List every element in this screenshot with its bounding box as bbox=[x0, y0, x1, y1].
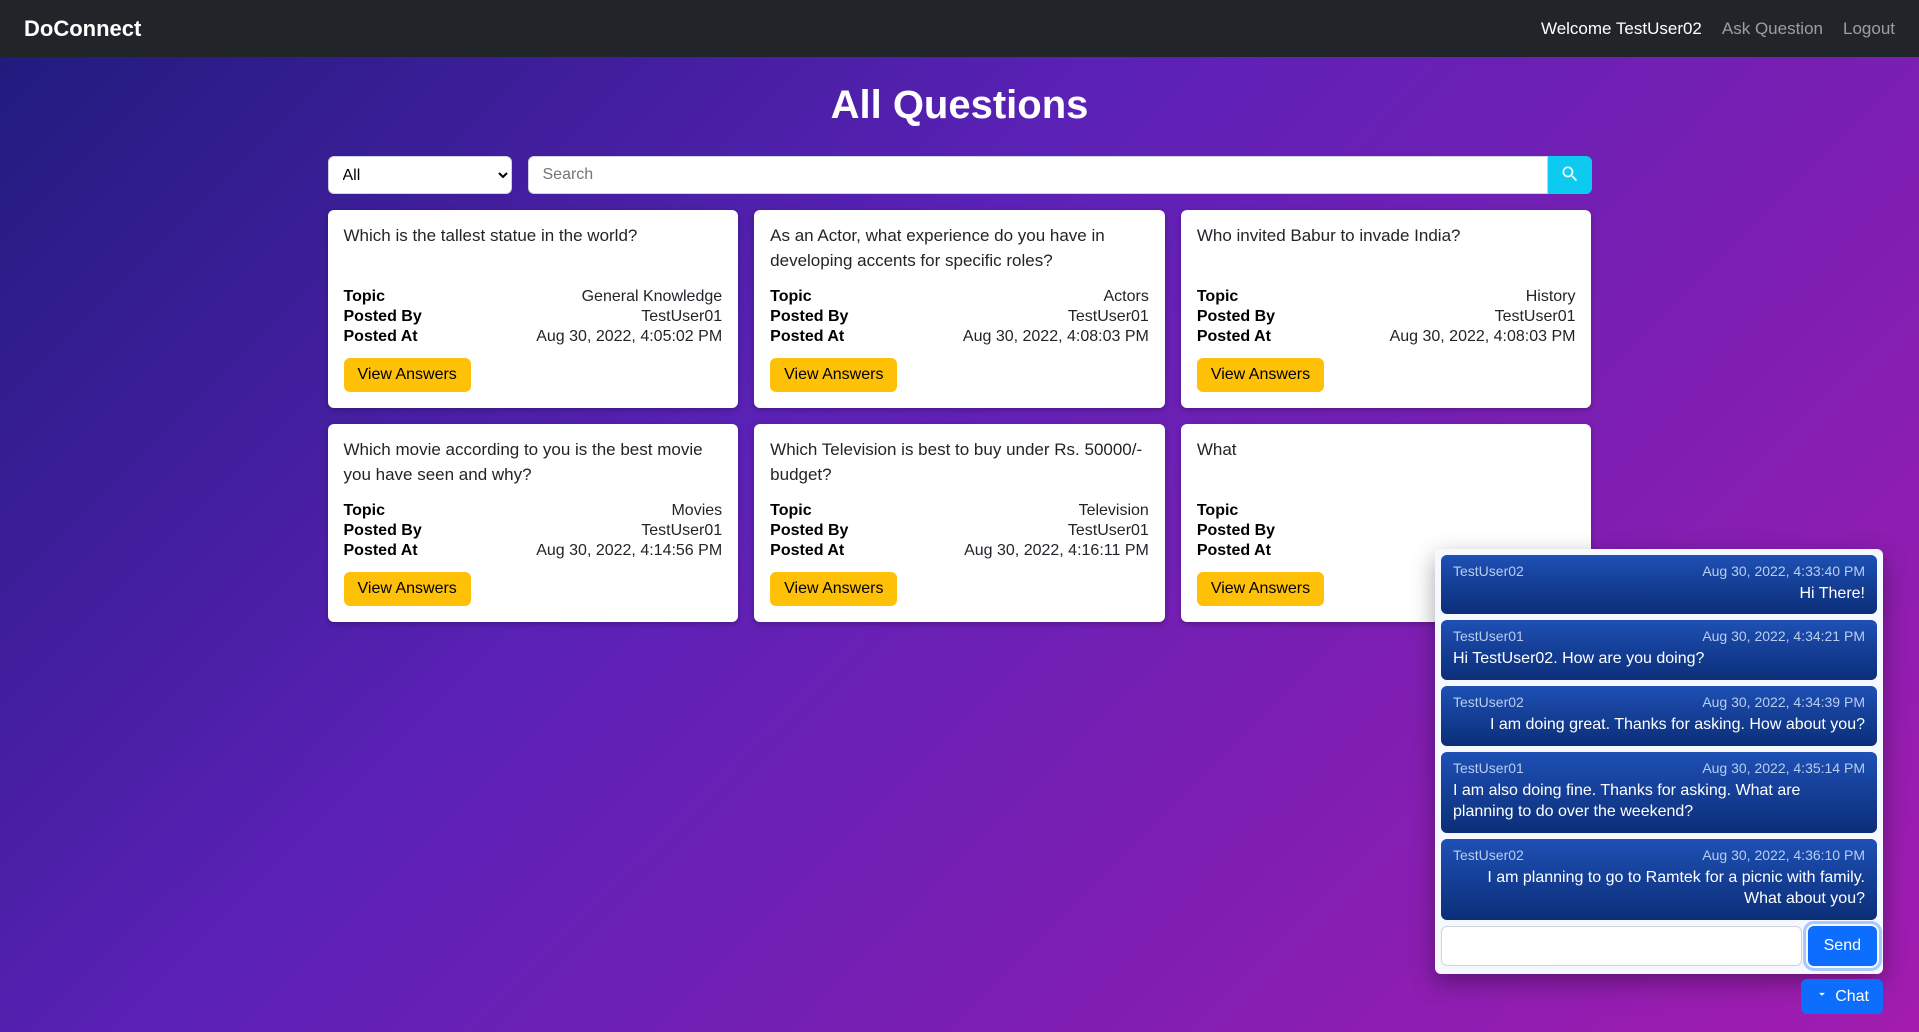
chat-message-user: TestUser01 bbox=[1453, 628, 1524, 644]
label-posted-at: Posted At bbox=[1197, 328, 1271, 346]
chat-message: TestUser02 Aug 30, 2022, 4:33:40 PM Hi T… bbox=[1441, 555, 1877, 615]
chat-message: TestUser01 Aug 30, 2022, 4:35:14 PM I am… bbox=[1441, 752, 1877, 833]
nav-ask-question[interactable]: Ask Question bbox=[1722, 19, 1823, 39]
chat-message-time: Aug 30, 2022, 4:34:21 PM bbox=[1702, 628, 1865, 644]
search-button[interactable] bbox=[1548, 156, 1592, 194]
label-posted-at: Posted At bbox=[770, 542, 844, 560]
chat-send-button[interactable]: Send bbox=[1808, 926, 1877, 966]
chat-message-user: TestUser02 bbox=[1453, 847, 1524, 863]
value-posted-by: TestUser01 bbox=[1068, 308, 1149, 326]
nav-logout[interactable]: Logout bbox=[1843, 19, 1895, 39]
chat-message-body: I am planning to go to Ramtek for a picn… bbox=[1453, 867, 1865, 910]
search-input[interactable] bbox=[528, 156, 1548, 194]
label-topic: Topic bbox=[1197, 502, 1238, 520]
value-posted-by: TestUser01 bbox=[641, 308, 722, 326]
label-topic: Topic bbox=[344, 288, 385, 306]
chat-message-user: TestUser02 bbox=[1453, 694, 1524, 710]
chat-message-body: Hi TestUser02. How are you doing? bbox=[1453, 648, 1865, 670]
chat-message-user: TestUser01 bbox=[1453, 760, 1524, 776]
view-answers-button[interactable]: View Answers bbox=[770, 572, 897, 606]
filter-toolbar: All bbox=[320, 156, 1600, 194]
chat-panel: TestUser02 Aug 30, 2022, 4:33:40 PM Hi T… bbox=[1435, 549, 1883, 974]
chat-message-time: Aug 30, 2022, 4:36:10 PM bbox=[1702, 847, 1865, 863]
topic-filter-select[interactable]: All bbox=[328, 156, 512, 194]
label-posted-at: Posted At bbox=[344, 542, 418, 560]
chat-message-user: TestUser02 bbox=[1453, 563, 1524, 579]
label-topic: Topic bbox=[1197, 288, 1238, 306]
view-answers-button[interactable]: View Answers bbox=[770, 358, 897, 392]
chat-message-time: Aug 30, 2022, 4:35:14 PM bbox=[1702, 760, 1865, 776]
value-posted-by: TestUser01 bbox=[1068, 522, 1149, 540]
view-answers-button[interactable]: View Answers bbox=[1197, 358, 1324, 392]
chat-message: TestUser02 Aug 30, 2022, 4:36:10 PM I am… bbox=[1441, 839, 1877, 920]
label-posted-by: Posted By bbox=[344, 308, 422, 326]
value-posted-at: Aug 30, 2022, 4:16:11 PM bbox=[964, 542, 1149, 560]
chat-message-body: I am doing great. Thanks for asking. How… bbox=[1453, 714, 1865, 736]
question-card: Which is the tallest statue in the world… bbox=[328, 210, 739, 408]
question-text: What bbox=[1197, 438, 1576, 488]
label-posted-by: Posted By bbox=[770, 308, 848, 326]
chevron-down-icon bbox=[1815, 987, 1829, 1006]
value-topic: Movies bbox=[671, 502, 722, 520]
question-text: As an Actor, what experience do you have… bbox=[770, 224, 1149, 274]
chat-input-row: Send bbox=[1441, 926, 1877, 966]
chat-toggle-label: Chat bbox=[1835, 988, 1869, 1006]
chat-message-time: Aug 30, 2022, 4:34:39 PM bbox=[1702, 694, 1865, 710]
value-posted-by: TestUser01 bbox=[641, 522, 722, 540]
value-topic: General Knowledge bbox=[582, 288, 723, 306]
question-card: Which Television is best to buy under Rs… bbox=[754, 424, 1165, 622]
search-icon bbox=[1560, 164, 1580, 187]
value-posted-by: TestUser01 bbox=[1495, 308, 1576, 326]
value-posted-at: Aug 30, 2022, 4:05:02 PM bbox=[536, 328, 722, 346]
value-topic: Television bbox=[1079, 502, 1149, 520]
chat-input[interactable] bbox=[1441, 926, 1802, 966]
label-posted-by: Posted By bbox=[1197, 308, 1275, 326]
question-text: Which Television is best to buy under Rs… bbox=[770, 438, 1149, 488]
nav-welcome: Welcome TestUser02 bbox=[1541, 19, 1702, 39]
navbar: DoConnect Welcome TestUser02 Ask Questio… bbox=[0, 0, 1919, 57]
label-posted-by: Posted By bbox=[344, 522, 422, 540]
value-posted-at: Aug 30, 2022, 4:08:03 PM bbox=[963, 328, 1149, 346]
brand-logo[interactable]: DoConnect bbox=[24, 16, 141, 42]
view-answers-button[interactable]: View Answers bbox=[1197, 572, 1324, 606]
value-topic: Actors bbox=[1103, 288, 1148, 306]
label-posted-at: Posted At bbox=[770, 328, 844, 346]
value-posted-at: Aug 30, 2022, 4:14:56 PM bbox=[536, 542, 722, 560]
chat-toggle-button[interactable]: Chat bbox=[1801, 979, 1883, 1014]
question-text: Who invited Babur to invade India? bbox=[1197, 224, 1576, 274]
chat-message: TestUser01 Aug 30, 2022, 4:34:21 PM Hi T… bbox=[1441, 620, 1877, 680]
label-posted-by: Posted By bbox=[1197, 522, 1275, 540]
view-answers-button[interactable]: View Answers bbox=[344, 358, 471, 392]
label-posted-at: Posted At bbox=[1197, 542, 1271, 560]
chat-message: TestUser02 Aug 30, 2022, 4:34:39 PM I am… bbox=[1441, 686, 1877, 746]
page-title: All Questions bbox=[0, 83, 1919, 128]
value-topic: History bbox=[1526, 288, 1576, 306]
view-answers-button[interactable]: View Answers bbox=[344, 572, 471, 606]
label-topic: Topic bbox=[770, 502, 811, 520]
label-topic: Topic bbox=[344, 502, 385, 520]
chat-message-time: Aug 30, 2022, 4:33:40 PM bbox=[1702, 563, 1865, 579]
label-posted-by: Posted By bbox=[770, 522, 848, 540]
question-card: Which movie according to you is the best… bbox=[328, 424, 739, 622]
question-card: Who invited Babur to invade India? Topic… bbox=[1181, 210, 1592, 408]
question-text: Which is the tallest statue in the world… bbox=[344, 224, 723, 274]
question-text: Which movie according to you is the best… bbox=[344, 438, 723, 488]
chat-message-body: Hi There! bbox=[1453, 583, 1865, 605]
label-topic: Topic bbox=[770, 288, 811, 306]
search-group bbox=[528, 156, 1592, 194]
label-posted-at: Posted At bbox=[344, 328, 418, 346]
value-posted-at: Aug 30, 2022, 4:08:03 PM bbox=[1390, 328, 1576, 346]
questions-grid: Which is the tallest statue in the world… bbox=[320, 210, 1600, 622]
question-card: As an Actor, what experience do you have… bbox=[754, 210, 1165, 408]
chat-message-body: I am also doing fine. Thanks for asking.… bbox=[1453, 780, 1865, 823]
